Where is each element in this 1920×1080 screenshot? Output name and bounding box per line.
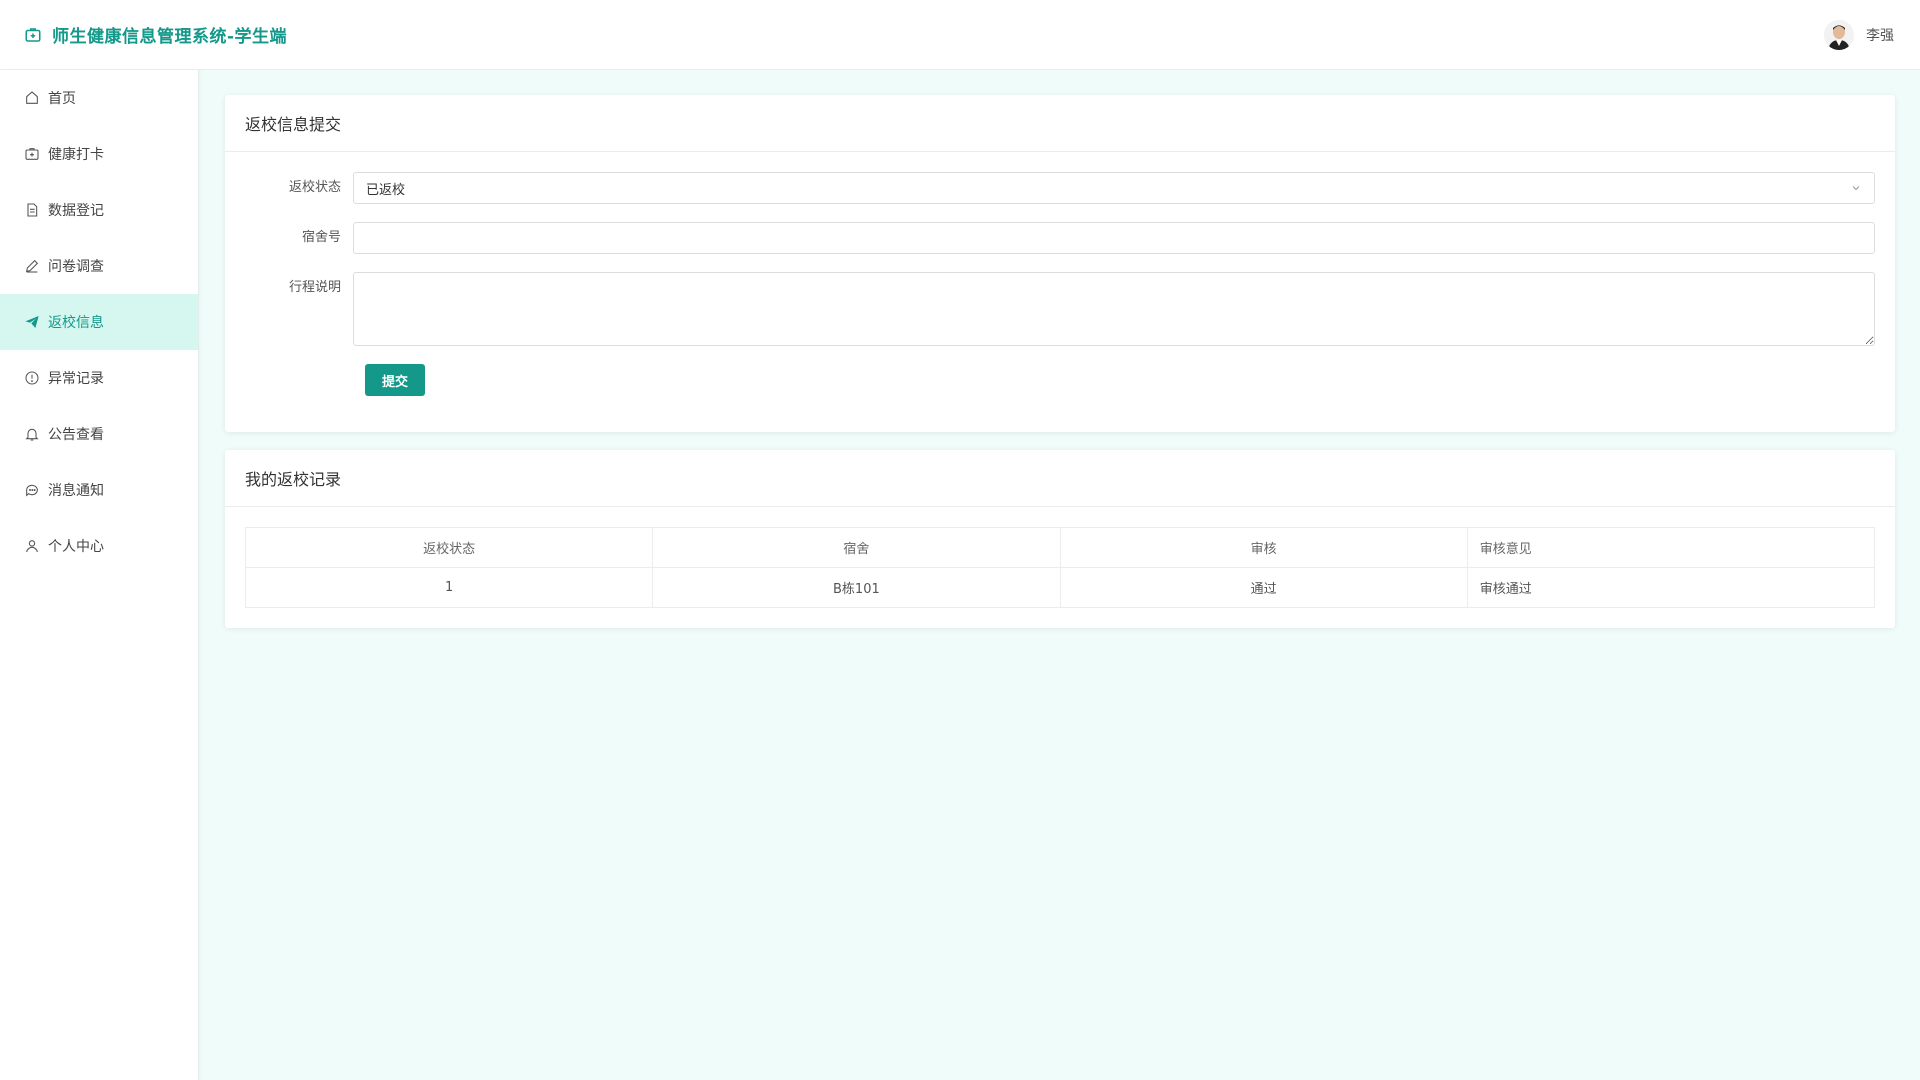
send-icon — [25, 316, 39, 328]
records-table: 返校状态 宿舍 审核 审核意见 1 B栋101 通过 审核通过 — [244, 527, 1876, 608]
form-row-status: 返校状态 已返校 — [245, 172, 1875, 204]
user-menu[interactable]: 李强 — [1824, 19, 1894, 50]
button-row: 提交 — [245, 364, 1875, 396]
sidebar-item-label: 异常记录 — [48, 371, 104, 387]
sidebar-item-label: 数据登记 — [48, 203, 104, 219]
bell-icon — [25, 428, 39, 441]
sidebar-item-label: 返校信息 — [48, 315, 104, 331]
sidebar-item-label: 健康打卡 — [48, 147, 104, 163]
table-cell: 1 — [244, 567, 654, 608]
alert-circle-icon — [25, 371, 39, 385]
sidebar-item-label: 消息通知 — [48, 483, 104, 499]
medical-kit-icon — [25, 27, 41, 42]
column-header: 返校状态 — [244, 527, 654, 568]
form-row-dorm: 宿舍号 — [245, 222, 1875, 254]
sidebar-item-profile[interactable]: 个人中心 — [0, 518, 198, 574]
dorm-input[interactable] — [353, 222, 1875, 254]
column-header: 审核意见 — [1466, 527, 1876, 568]
user-icon — [26, 540, 38, 553]
avatar[interactable] — [1824, 19, 1854, 50]
table-cell: 通过 — [1059, 567, 1468, 608]
sidebar-item-label: 公告查看 — [48, 427, 104, 443]
top-header: 师生健康信息管理系统-学生端 李强 — [0, 0, 1920, 70]
sidebar-item-label: 问卷调查 — [48, 259, 104, 275]
table-row: 1 B栋101 通过 审核通过 — [244, 567, 1876, 608]
trip-textarea[interactable] — [353, 272, 1875, 346]
sidebar: 首页 健康打卡 数据登记 问卷调查 返校信息 异常记录 公告查看 消息通知 个人… — [0, 70, 199, 1080]
sidebar-item-label: 个人中心 — [48, 539, 104, 555]
main-content: 返校信息提交 返校状态 已返校 宿舍号 行程说明 提交 我的返校记录 返校状态 … — [225, 95, 1895, 646]
card-title: 返校信息提交 — [225, 95, 1895, 152]
sidebar-item-messages[interactable]: 消息通知 — [0, 462, 198, 518]
submit-button[interactable]: 提交 — [365, 364, 425, 396]
column-header: 审核 — [1059, 527, 1468, 568]
user-name[interactable]: 李强 — [1866, 25, 1894, 45]
return-records-card: 我的返校记录 返校状态 宿舍 审核 审核意见 1 B栋101 通过 审核通过 — [225, 450, 1895, 628]
document-icon — [27, 203, 38, 217]
return-submit-card: 返校信息提交 返校状态 已返校 宿舍号 行程说明 提交 — [225, 95, 1895, 432]
sidebar-item-label: 首页 — [48, 91, 76, 107]
brand: 师生健康信息管理系统-学生端 — [24, 22, 287, 47]
select-value: 已返校 — [366, 182, 406, 198]
sidebar-item-return-info[interactable]: 返校信息 — [0, 294, 198, 350]
records-table-wrap: 返校状态 宿舍 审核 审核意见 1 B栋101 通过 审核通过 — [225, 507, 1895, 628]
form-row-trip: 行程说明 — [245, 272, 1875, 346]
status-label: 返校状态 — [288, 180, 341, 195]
sidebar-item-home[interactable]: 首页 — [0, 70, 198, 126]
dorm-label: 宿舍号 — [301, 230, 341, 245]
sidebar-item-announcements[interactable]: 公告查看 — [0, 406, 198, 462]
pencil-icon — [25, 259, 39, 273]
table-header-row: 返校状态 宿舍 审核 审核意见 — [244, 527, 1876, 568]
chat-icon — [26, 484, 38, 497]
return-status-select[interactable]: 已返校 — [353, 172, 1875, 204]
sidebar-item-survey[interactable]: 问卷调查 — [0, 238, 198, 294]
app-title: 师生健康信息管理系统-学生端 — [52, 27, 288, 47]
home-icon — [26, 91, 38, 104]
column-header: 宿舍 — [652, 527, 1061, 568]
return-form: 返校状态 已返校 宿舍号 行程说明 提交 — [225, 152, 1895, 432]
sidebar-item-data-register[interactable]: 数据登记 — [0, 182, 198, 238]
card-title: 我的返校记录 — [225, 450, 1895, 507]
sidebar-item-health-checkin[interactable]: 健康打卡 — [0, 126, 198, 182]
table-cell: 审核通过 — [1466, 567, 1876, 608]
medical-kit-icon — [25, 148, 39, 160]
sidebar-item-abnormal-records[interactable]: 异常记录 — [0, 350, 198, 406]
trip-label: 行程说明 — [288, 280, 341, 295]
table-cell: B栋101 — [652, 567, 1061, 608]
chevron-down-icon — [1852, 186, 1860, 191]
